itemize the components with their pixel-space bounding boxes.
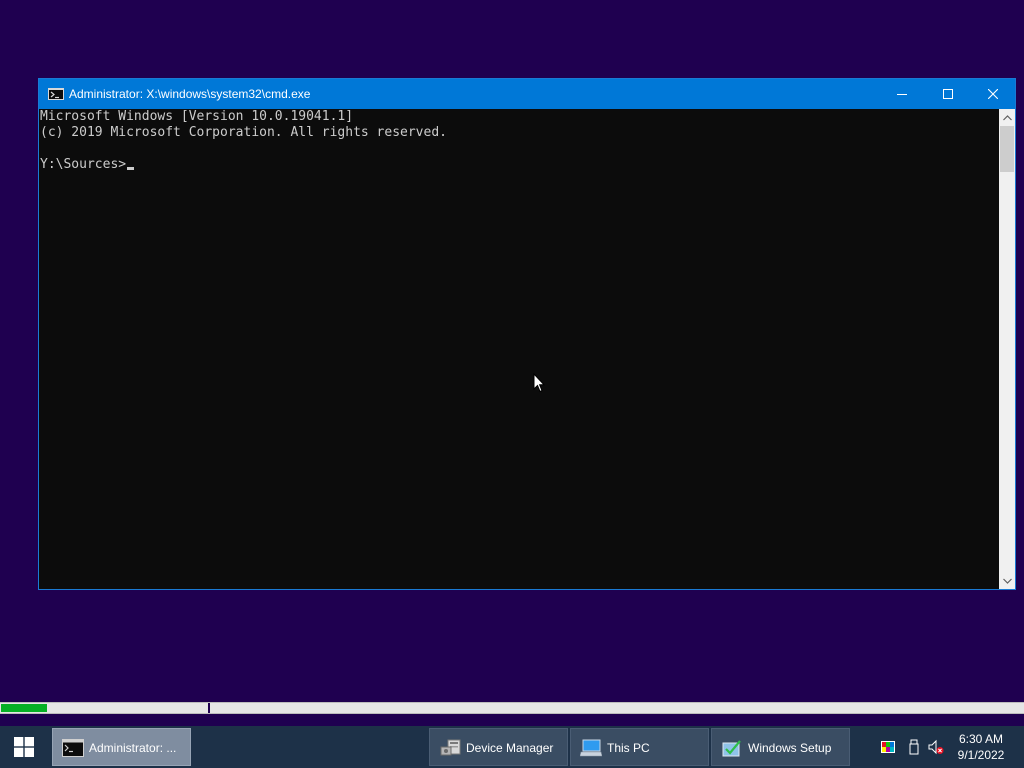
prompt-text: Y:\Sources> bbox=[40, 157, 127, 172]
console-line: Microsoft Windows [Version 10.0.19041.1] bbox=[40, 109, 354, 124]
scroll-thumb[interactable] bbox=[1000, 126, 1014, 172]
taskbar-button-device-manager[interactable]: Device Manager bbox=[429, 728, 568, 766]
console-line: (c) 2019 Microsoft Corporation. All righ… bbox=[40, 125, 447, 140]
taskbar: Administrator: ... Device Manager This P… bbox=[0, 726, 1024, 768]
desktop: Administrator: X:\windows\system32\cmd.e… bbox=[0, 0, 1024, 768]
minimize-button[interactable] bbox=[879, 79, 925, 109]
minimize-icon bbox=[897, 94, 907, 95]
scroll-down-button[interactable] bbox=[999, 572, 1015, 589]
clock-time: 6:30 AM bbox=[958, 732, 1004, 746]
chevron-up-icon bbox=[1002, 114, 1012, 120]
window-titlebar[interactable]: Administrator: X:\windows\system32\cmd.e… bbox=[39, 79, 1015, 109]
close-icon bbox=[988, 89, 998, 99]
clock-date: 9/1/2022 bbox=[957, 748, 1005, 762]
console-prompt[interactable]: Y:\Sources> bbox=[40, 157, 135, 173]
windows-logo-icon bbox=[14, 737, 34, 757]
progress-fill bbox=[1, 704, 47, 712]
cmd-icon bbox=[62, 739, 84, 757]
maximize-icon bbox=[943, 89, 953, 99]
close-button[interactable] bbox=[970, 79, 1016, 109]
cmd-icon bbox=[48, 88, 64, 100]
system-clock[interactable]: 6:30 AM 9/1/2022 bbox=[950, 731, 1012, 763]
taskbar-button-this-pc[interactable]: This PC bbox=[570, 728, 709, 766]
device-manager-icon bbox=[440, 739, 461, 756]
maximize-button[interactable] bbox=[925, 79, 971, 109]
taskbar-button-label: Windows Setup bbox=[748, 741, 832, 755]
progress-bar bbox=[0, 702, 1024, 714]
vertical-scrollbar[interactable] bbox=[999, 109, 1015, 589]
text-cursor bbox=[127, 167, 135, 170]
usb-icon[interactable] bbox=[906, 739, 922, 755]
start-button[interactable] bbox=[0, 726, 48, 768]
mouse-pointer-icon bbox=[533, 373, 545, 393]
taskbar-button-label: Administrator: ... bbox=[89, 741, 177, 755]
taskbar-button-windows-setup[interactable]: Windows Setup bbox=[711, 728, 850, 766]
volume-muted-icon[interactable] bbox=[928, 739, 944, 755]
cmd-window[interactable]: Administrator: X:\windows\system32\cmd.e… bbox=[38, 78, 1016, 590]
progress-marker bbox=[208, 703, 210, 713]
color-display-icon[interactable] bbox=[880, 739, 896, 755]
chevron-down-icon bbox=[1002, 578, 1012, 584]
window-title: Administrator: X:\windows\system32\cmd.e… bbox=[69, 87, 311, 101]
taskbar-button-label: Device Manager bbox=[466, 741, 554, 755]
taskbar-button-label: This PC bbox=[607, 741, 650, 755]
this-pc-icon bbox=[580, 739, 602, 757]
console-output[interactable]: Microsoft Windows [Version 10.0.19041.1]… bbox=[39, 109, 999, 589]
scroll-up-button[interactable] bbox=[999, 109, 1015, 126]
windows-setup-icon bbox=[722, 740, 741, 757]
taskbar-button-cmd[interactable]: Administrator: ... bbox=[52, 728, 191, 766]
